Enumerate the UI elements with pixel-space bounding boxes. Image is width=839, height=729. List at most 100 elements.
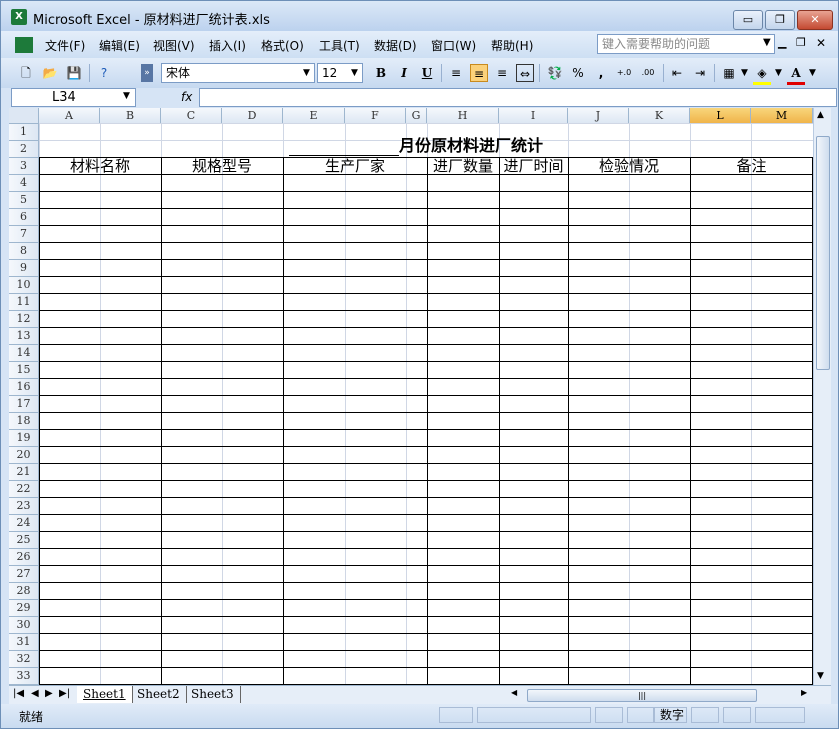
toolbar-overflow-icon[interactable]: » <box>141 64 153 82</box>
horizontal-scrollbar[interactable]: ◀ ||| ▶ <box>507 687 815 702</box>
horizontal-scroll-thumb[interactable]: ||| <box>527 689 757 702</box>
row-header[interactable]: 17 <box>9 396 39 413</box>
font-size-dropdown-icon[interactable]: ▼ <box>351 68 358 78</box>
help-search-input[interactable]: 键入需要帮助的问题 <box>597 34 775 54</box>
sheet-tab-2[interactable]: Sheet2 <box>131 686 187 703</box>
row-header[interactable]: 33 <box>9 668 39 685</box>
menu-window[interactable]: 窗口(W) <box>431 37 476 54</box>
underline-button[interactable]: U <box>418 64 436 82</box>
row-header[interactable]: 12 <box>9 311 39 328</box>
row-header[interactable]: 30 <box>9 617 39 634</box>
header-entry-time[interactable]: 进厂时间 <box>499 158 568 175</box>
menu-insert[interactable]: 插入(I) <box>209 37 246 54</box>
menu-tools[interactable]: 工具(T) <box>319 37 360 54</box>
decrease-decimal-button[interactable]: .00 <box>637 64 659 82</box>
row-header[interactable]: 32 <box>9 651 39 668</box>
row-header[interactable]: 7 <box>9 226 39 243</box>
column-header-l[interactable]: L <box>690 108 751 124</box>
menu-help[interactable]: 帮助(H) <box>491 37 533 54</box>
name-box[interactable]: L34 <box>11 88 136 107</box>
next-sheet-icon[interactable]: ▶ <box>45 688 53 699</box>
scroll-right-icon[interactable]: ▶ <box>801 688 807 697</box>
header-manufacturer[interactable]: 生产厂家 <box>283 158 427 175</box>
font-dropdown-icon[interactable]: ▼ <box>303 68 310 78</box>
sheet-tab-1[interactable]: Sheet1 <box>77 686 133 703</box>
new-document-icon[interactable]: 🗋 <box>17 64 35 82</box>
prev-sheet-icon[interactable]: ◀ <box>31 688 39 699</box>
row-header[interactable]: 26 <box>9 549 39 566</box>
align-right-icon[interactable]: ≡ <box>493 64 511 82</box>
row-header[interactable]: 18 <box>9 413 39 430</box>
menu-file[interactable]: 文件(F) <box>45 37 85 54</box>
row-header[interactable]: 9 <box>9 260 39 277</box>
row-header[interactable]: 1 <box>9 124 39 141</box>
restore-button[interactable]: ❐ <box>765 10 795 30</box>
increase-decimal-button[interactable]: +.0 <box>613 64 635 82</box>
column-header-d[interactable]: D <box>222 108 283 124</box>
function-icon[interactable]: fx <box>181 90 192 104</box>
spreadsheet-grid[interactable]: A B C D E F G H I J K L M 1 2 3 4 5 6 7 8 9 10 11 1… <box>9 108 813 685</box>
month-blank-underline[interactable] <box>289 139 399 156</box>
italic-button[interactable]: I <box>395 64 413 82</box>
row-header[interactable]: 16 <box>9 379 39 396</box>
row-header[interactable]: 14 <box>9 345 39 362</box>
doc-close-icon[interactable]: ✕ <box>816 36 826 50</box>
row-header[interactable]: 20 <box>9 447 39 464</box>
header-inspection[interactable]: 检验情况 <box>568 158 690 175</box>
scroll-left-icon[interactable]: ◀ <box>511 688 517 697</box>
row-header[interactable]: 15 <box>9 362 39 379</box>
doc-restore-icon[interactable]: ❐ <box>796 36 806 49</box>
workbook-icon[interactable] <box>15 37 33 53</box>
bold-button[interactable]: B <box>372 64 390 82</box>
close-button[interactable]: ✕ <box>797 10 833 30</box>
help-icon[interactable]: ? <box>95 64 113 82</box>
row-header[interactable]: 27 <box>9 566 39 583</box>
row-header[interactable]: 5 <box>9 192 39 209</box>
row-header[interactable]: 29 <box>9 600 39 617</box>
scroll-down-icon[interactable]: ▼ <box>817 671 824 681</box>
save-icon[interactable]: 💾 <box>65 64 83 82</box>
column-header-e[interactable]: E <box>283 108 345 124</box>
column-header-g[interactable]: G <box>406 108 427 124</box>
borders-dropdown-icon[interactable]: ▼ <box>741 68 748 78</box>
column-header-c[interactable]: C <box>161 108 222 124</box>
decrease-indent-icon[interactable]: ⇤ <box>668 64 686 82</box>
formula-input[interactable] <box>199 88 837 107</box>
doc-minimize-icon[interactable]: ▁ <box>778 36 786 49</box>
menu-data[interactable]: 数据(D) <box>374 37 417 54</box>
comma-button[interactable]: , <box>592 64 610 82</box>
row-header[interactable]: 8 <box>9 243 39 260</box>
row-header[interactable]: 25 <box>9 532 39 549</box>
row-header[interactable]: 22 <box>9 481 39 498</box>
merge-center-icon[interactable]: ⇔ <box>516 64 534 82</box>
column-header-a[interactable]: A <box>39 108 100 124</box>
open-folder-icon[interactable]: 📂 <box>41 64 59 82</box>
minimize-button[interactable]: ▭ <box>733 10 763 30</box>
percent-button[interactable]: % <box>569 64 587 82</box>
currency-icon[interactable]: 💱 <box>546 64 564 82</box>
scroll-up-icon[interactable]: ▲ <box>817 110 824 120</box>
row-header[interactable]: 19 <box>9 430 39 447</box>
font-color-icon[interactable]: A <box>787 64 805 85</box>
column-header-b[interactable]: B <box>100 108 161 124</box>
column-header-h[interactable]: H <box>427 108 499 124</box>
fill-color-icon[interactable]: ◈ <box>753 64 771 85</box>
font-color-dropdown-icon[interactable]: ▼ <box>809 68 816 78</box>
row-header[interactable]: 4 <box>9 175 39 192</box>
header-remarks[interactable]: 备注 <box>690 158 813 175</box>
select-all-corner[interactable] <box>9 108 39 124</box>
row-header[interactable]: 21 <box>9 464 39 481</box>
name-box-dropdown-icon[interactable]: ▼ <box>123 91 130 101</box>
align-center-icon[interactable]: ≡ <box>470 64 488 82</box>
row-header[interactable]: 24 <box>9 515 39 532</box>
column-header-m[interactable]: M <box>751 108 813 124</box>
menu-view[interactable]: 视图(V) <box>153 37 195 54</box>
menu-format[interactable]: 格式(O) <box>261 37 304 54</box>
help-dropdown-icon[interactable]: ▼ <box>763 37 771 48</box>
row-header[interactable]: 10 <box>9 277 39 294</box>
align-left-icon[interactable]: ≡ <box>447 64 465 82</box>
sheet-tab-3[interactable]: Sheet3 <box>185 686 241 703</box>
row-header[interactable]: 23 <box>9 498 39 515</box>
column-header-k[interactable]: K <box>629 108 690 124</box>
increase-indent-icon[interactable]: ⇥ <box>691 64 709 82</box>
